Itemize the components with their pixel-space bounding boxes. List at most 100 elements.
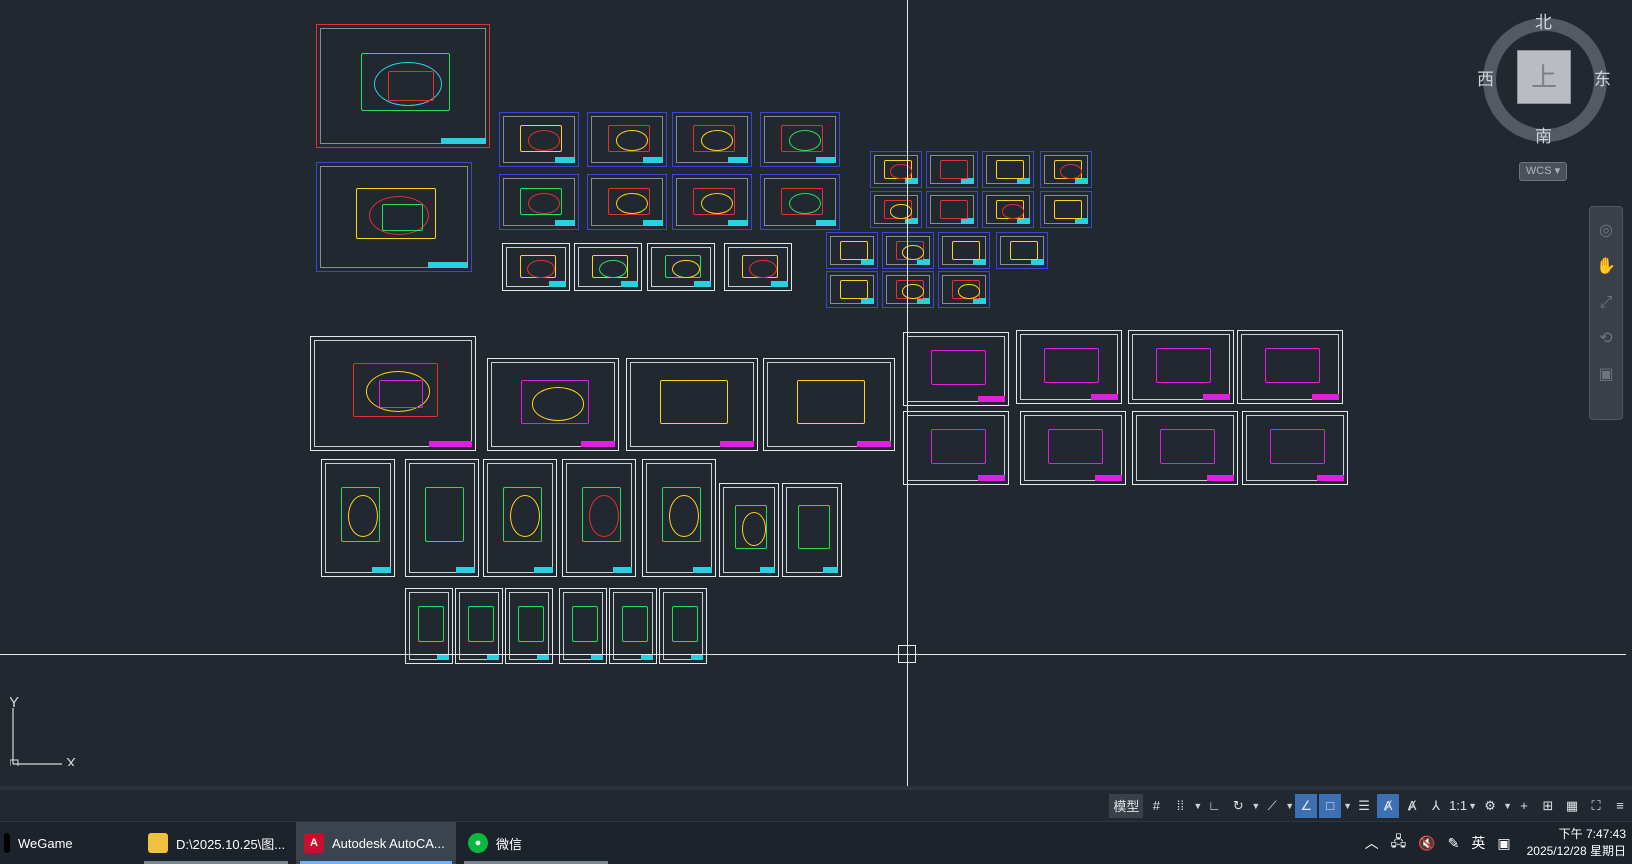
drawing-sheet[interactable] bbox=[316, 24, 490, 148]
drawing-sheet[interactable] bbox=[502, 243, 570, 291]
drawing-sheet[interactable] bbox=[574, 243, 642, 291]
drawing-sheet[interactable] bbox=[587, 174, 667, 230]
drawing-sheet[interactable] bbox=[587, 112, 667, 167]
taskbar-wechat[interactable]: ● 微信 bbox=[460, 822, 612, 864]
drawing-sheet[interactable] bbox=[672, 112, 752, 167]
orbit-icon[interactable]: ⟲ bbox=[1596, 329, 1616, 349]
drawing-sheet[interactable] bbox=[1040, 151, 1092, 188]
isodraft-dropdown-icon[interactable]: ▼ bbox=[1285, 801, 1294, 811]
compass-east[interactable]: 东 bbox=[1594, 65, 1611, 90]
annotation-visibility-icon[interactable]: Ⱥ bbox=[1377, 793, 1400, 818]
scale-dropdown[interactable]: 1:1 ▼ bbox=[1449, 794, 1477, 818]
zoom-extents-icon[interactable]: ⤢ bbox=[1596, 293, 1616, 313]
drawing-sheet[interactable] bbox=[626, 358, 758, 451]
drawing-sheet[interactable] bbox=[982, 151, 1034, 188]
drawing-sheet[interactable] bbox=[405, 588, 453, 664]
volume-muted-icon[interactable]: 🔇 bbox=[1418, 835, 1435, 852]
drawing-sheet[interactable] bbox=[760, 112, 840, 167]
viewcube-top-face[interactable]: 上 bbox=[1517, 50, 1571, 104]
drawing-sheet[interactable] bbox=[903, 411, 1009, 485]
drawing-sheet[interactable] bbox=[1016, 330, 1122, 404]
drawing-sheet[interactable] bbox=[763, 358, 895, 451]
ortho-icon[interactable]: ∟ bbox=[1203, 794, 1225, 818]
drawing-sheet[interactable] bbox=[647, 243, 715, 291]
auto-scale-icon[interactable]: Ⱥ bbox=[1401, 794, 1423, 818]
drawing-sheet[interactable] bbox=[659, 588, 707, 664]
polar-dropdown-icon[interactable]: ▼ bbox=[1251, 801, 1260, 811]
customization-menu-icon[interactable]: ≡ bbox=[1609, 794, 1631, 818]
drawing-sheet[interactable] bbox=[321, 459, 395, 577]
drawing-sheet[interactable] bbox=[1132, 411, 1238, 485]
steering-wheel-icon[interactable]: ◎ bbox=[1596, 221, 1616, 241]
model-space-button[interactable]: 模型 bbox=[1109, 793, 1144, 818]
drawing-sheet[interactable] bbox=[1040, 191, 1092, 228]
drawing-sheet[interactable] bbox=[483, 459, 557, 577]
drawing-sheet[interactable] bbox=[870, 191, 922, 228]
ime-mode-icon[interactable]: ▣ bbox=[1497, 835, 1510, 852]
drawing-sheet[interactable] bbox=[996, 232, 1048, 269]
drawing-sheet[interactable] bbox=[642, 459, 716, 577]
taskbar-wegame[interactable]: WeGame bbox=[0, 822, 128, 864]
viewcube[interactable]: 上 北 南 西 东 bbox=[1475, 12, 1615, 146]
drawing-sheet[interactable] bbox=[310, 336, 476, 451]
drawing-sheet[interactable] bbox=[1242, 411, 1348, 485]
drawing-sheet[interactable] bbox=[499, 174, 579, 230]
drawing-sheet[interactable] bbox=[826, 271, 878, 308]
drawing-sheet[interactable] bbox=[316, 162, 472, 272]
showmotion-icon[interactable]: ▣ bbox=[1596, 365, 1616, 385]
compass-north[interactable]: 北 bbox=[1535, 8, 1552, 33]
drawing-sheet[interactable] bbox=[760, 174, 840, 230]
units-icon[interactable]: ⊞ bbox=[1537, 794, 1559, 818]
wcs-menu[interactable]: WCS ▾ bbox=[1519, 162, 1567, 181]
grid-icon[interactable]: # bbox=[1145, 794, 1167, 818]
drawing-sheet[interactable] bbox=[926, 151, 978, 188]
model-space-canvas[interactable]: 上 北 南 西 东 WCS ▾ ◎ ✋ ⤢ ⟲ ▣ Y X bbox=[0, 0, 1632, 786]
isodraft-icon[interactable]: ⟋ bbox=[1261, 794, 1283, 818]
clock[interactable]: 下午 7:47:43 2025/12/28 星期日 bbox=[1527, 826, 1626, 860]
drawing-sheet[interactable] bbox=[455, 588, 503, 664]
drawing-sheet[interactable] bbox=[982, 191, 1034, 228]
drawing-sheet[interactable] bbox=[405, 459, 479, 577]
workspace-gear-icon[interactable]: ⚙ bbox=[1479, 794, 1501, 818]
pan-hand-icon[interactable]: ✋ bbox=[1596, 257, 1616, 277]
drawing-sheet[interactable] bbox=[938, 271, 990, 308]
drawing-sheet[interactable] bbox=[724, 243, 792, 291]
ime-language[interactable]: 英 bbox=[1471, 833, 1485, 853]
drawing-sheet[interactable] bbox=[609, 588, 657, 664]
show-hidden-icons-icon[interactable]: ︿ bbox=[1365, 833, 1379, 853]
drawing-sheet[interactable] bbox=[826, 232, 878, 269]
drawing-sheet[interactable] bbox=[487, 358, 619, 451]
snap-dropdown-icon[interactable]: ▼ bbox=[1193, 801, 1202, 811]
annotation-monitor-icon[interactable]: + bbox=[1513, 794, 1535, 818]
drawing-sheet[interactable] bbox=[938, 232, 990, 269]
taskbar-autocad[interactable]: A Autodesk AutoCA... bbox=[296, 822, 456, 864]
drawing-sheet[interactable] bbox=[926, 191, 978, 228]
osnap-dropdown-icon[interactable]: ▼ bbox=[1343, 801, 1352, 811]
compass-south[interactable]: 南 bbox=[1535, 122, 1552, 147]
drawing-sheet[interactable] bbox=[559, 588, 607, 664]
compass-west[interactable]: 西 bbox=[1477, 65, 1494, 90]
drawing-sheet[interactable] bbox=[505, 588, 553, 664]
network-icon[interactable]: 🖧 bbox=[1391, 831, 1407, 855]
drawing-sheet[interactable] bbox=[562, 459, 636, 577]
drawing-sheet[interactable] bbox=[1237, 330, 1343, 404]
drawing-sheet[interactable] bbox=[903, 332, 1009, 406]
annotation-scale-icon[interactable]: ⅄ bbox=[1425, 794, 1447, 818]
drawing-sheet[interactable] bbox=[499, 112, 579, 167]
drawing-sheet[interactable] bbox=[882, 232, 934, 269]
object-snap-icon[interactable]: □ bbox=[1319, 793, 1342, 818]
snap-icon[interactable]: ⁞⁞ bbox=[1169, 794, 1191, 818]
quick-properties-icon[interactable]: ▦ bbox=[1561, 794, 1583, 818]
taskbar-file-explorer[interactable]: D:\2025.10.25\图... bbox=[140, 822, 292, 864]
pen-icon[interactable]: ✎ bbox=[1448, 835, 1460, 852]
drawing-sheet[interactable] bbox=[882, 271, 934, 308]
drawing-sheet[interactable] bbox=[870, 151, 922, 188]
drawing-sheet[interactable] bbox=[672, 174, 752, 230]
drawing-sheet[interactable] bbox=[1020, 411, 1126, 485]
object-snap-tracking-icon[interactable]: ∠ bbox=[1295, 793, 1318, 818]
polar-icon[interactable]: ↻ bbox=[1227, 794, 1249, 818]
full-screen-icon[interactable]: ⛶ bbox=[1585, 794, 1607, 818]
drawing-sheet[interactable] bbox=[719, 483, 779, 577]
drawing-sheet[interactable] bbox=[782, 483, 842, 577]
lineweight-icon[interactable]: ☰ bbox=[1353, 794, 1375, 818]
